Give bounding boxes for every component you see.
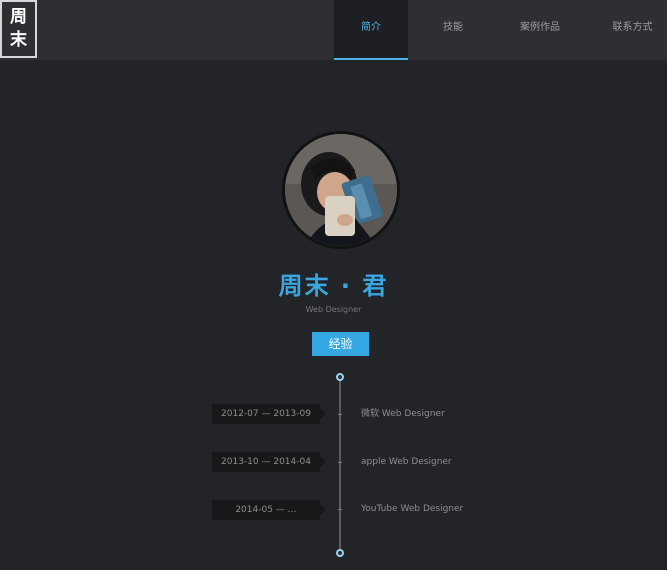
avatar-image-icon (285, 134, 397, 246)
avatar-frame (282, 131, 400, 249)
profile-name: 周末 · 君 (278, 272, 389, 300)
timeline-job: YouTube Web Designer (361, 504, 464, 514)
timeline-tick (338, 414, 342, 415)
main-nav: 简介 技能 案例作品 联系方式 (334, 0, 667, 60)
nav-intro[interactable]: 简介 (334, 0, 408, 60)
nav-portfolio[interactable]: 案例作品 (490, 0, 590, 60)
timeline-date: 2014-05 — … (212, 500, 326, 520)
nav-contact[interactable]: 联系方式 (590, 0, 667, 60)
timeline-date: 2013-10 — 2014-04 (212, 452, 326, 472)
nav-skills[interactable]: 技能 (416, 0, 490, 60)
timeline-tick (338, 509, 342, 510)
timeline-tick (338, 462, 342, 463)
top-header: 周 末 简介 技能 案例作品 联系方式 (0, 0, 667, 60)
timeline-date: 2012-07 — 2013-09 (212, 404, 326, 424)
timeline-start-node (336, 373, 344, 381)
timeline-end-node (336, 549, 344, 557)
logo-char-1: 周 (10, 7, 27, 27)
experience-button[interactable]: 经验 (312, 332, 369, 356)
timeline-job: apple Web Designer (361, 457, 452, 467)
profile-title: Web Designer (305, 305, 362, 314)
avatar-photo (285, 134, 397, 246)
logo-char-2: 末 (10, 30, 27, 50)
timeline-line (339, 377, 341, 554)
site-logo[interactable]: 周 末 (0, 0, 37, 58)
timeline-job: 微软 Web Designer (361, 409, 445, 419)
